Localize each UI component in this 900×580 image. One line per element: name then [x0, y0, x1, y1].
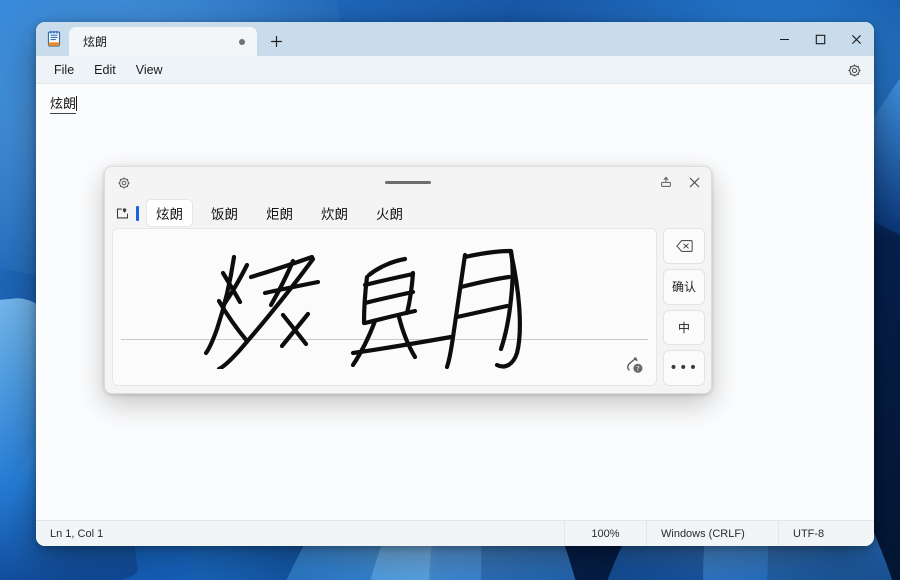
- ime-settings-button[interactable]: [111, 171, 137, 195]
- ime-backspace-button[interactable]: [663, 228, 705, 264]
- minimize-button[interactable]: [766, 22, 802, 56]
- tab-title: 炫朗: [83, 33, 235, 50]
- menu-edit[interactable]: Edit: [84, 60, 126, 80]
- ime-candidate-0[interactable]: 炫朗: [147, 200, 192, 226]
- status-line-ending[interactable]: Windows (CRLF): [646, 521, 778, 547]
- tab-modified-indicator[interactable]: [235, 35, 249, 49]
- close-button[interactable]: [838, 22, 874, 56]
- ime-body: ? 确认 中 •••: [105, 228, 711, 393]
- gear-icon: [117, 176, 131, 190]
- window-titlebar[interactable]: 炫朗: [36, 22, 874, 56]
- menu-file[interactable]: File: [44, 60, 84, 80]
- status-cursor-position: Ln 1, Col 1: [36, 528, 564, 540]
- ime-composition-caret: [136, 206, 139, 221]
- handwriting-help-button[interactable]: ?: [620, 351, 648, 379]
- new-tab-button[interactable]: [262, 28, 291, 55]
- backspace-icon: [676, 239, 693, 253]
- settings-button[interactable]: [842, 59, 866, 81]
- pen-help-icon: ?: [624, 355, 644, 375]
- ime-header-buttons: [653, 170, 707, 194]
- handwriting-ink: [113, 229, 657, 369]
- ime-side-buttons: 确认 中 •••: [663, 228, 705, 386]
- status-bar: Ln 1, Col 1 100% Windows (CRLF) UTF-8: [36, 520, 874, 546]
- desktop-wallpaper: 炫朗: [0, 0, 900, 580]
- svg-text:?: ?: [636, 366, 639, 373]
- status-zoom-level[interactable]: 100%: [564, 521, 646, 547]
- menu-view[interactable]: View: [126, 60, 173, 80]
- ime-candidate-2[interactable]: 炬朗: [257, 200, 302, 226]
- ime-candidate-bar: 炫朗 饭朗 炬朗 炊朗 火朗: [105, 198, 711, 228]
- ime-candidate-3[interactable]: 炊朗: [312, 200, 357, 226]
- composition-text: 炫朗: [50, 96, 76, 114]
- maximize-button[interactable]: [802, 22, 838, 56]
- window-controls: [766, 22, 874, 56]
- ime-header[interactable]: [105, 167, 711, 198]
- gear-icon: [847, 63, 862, 78]
- ime-language-mode-button[interactable]: 中: [663, 310, 705, 346]
- tab-document[interactable]: 炫朗: [69, 27, 257, 56]
- ime-candidate-1[interactable]: 饭朗: [202, 200, 247, 226]
- menu-bar: File Edit View: [36, 56, 874, 84]
- ime-close-button[interactable]: [681, 170, 707, 194]
- ime-more-button[interactable]: •••: [663, 350, 705, 386]
- status-encoding[interactable]: UTF-8: [778, 521, 874, 547]
- notepad-icon: [43, 22, 65, 56]
- ime-dock-button[interactable]: [653, 170, 679, 194]
- text-caret: [76, 96, 77, 111]
- handwriting-canvas[interactable]: ?: [112, 228, 657, 386]
- ime-confirm-button[interactable]: 确认: [663, 269, 705, 305]
- ime-mode-icon[interactable]: [111, 202, 133, 224]
- ime-drag-handle[interactable]: [385, 181, 431, 184]
- close-icon: [688, 176, 701, 189]
- ime-candidate-4[interactable]: 火朗: [367, 200, 412, 226]
- ime-handwriting-panel: 炫朗 饭朗 炬朗 炊朗 火朗: [104, 166, 712, 394]
- dock-keyboard-icon: [659, 175, 673, 189]
